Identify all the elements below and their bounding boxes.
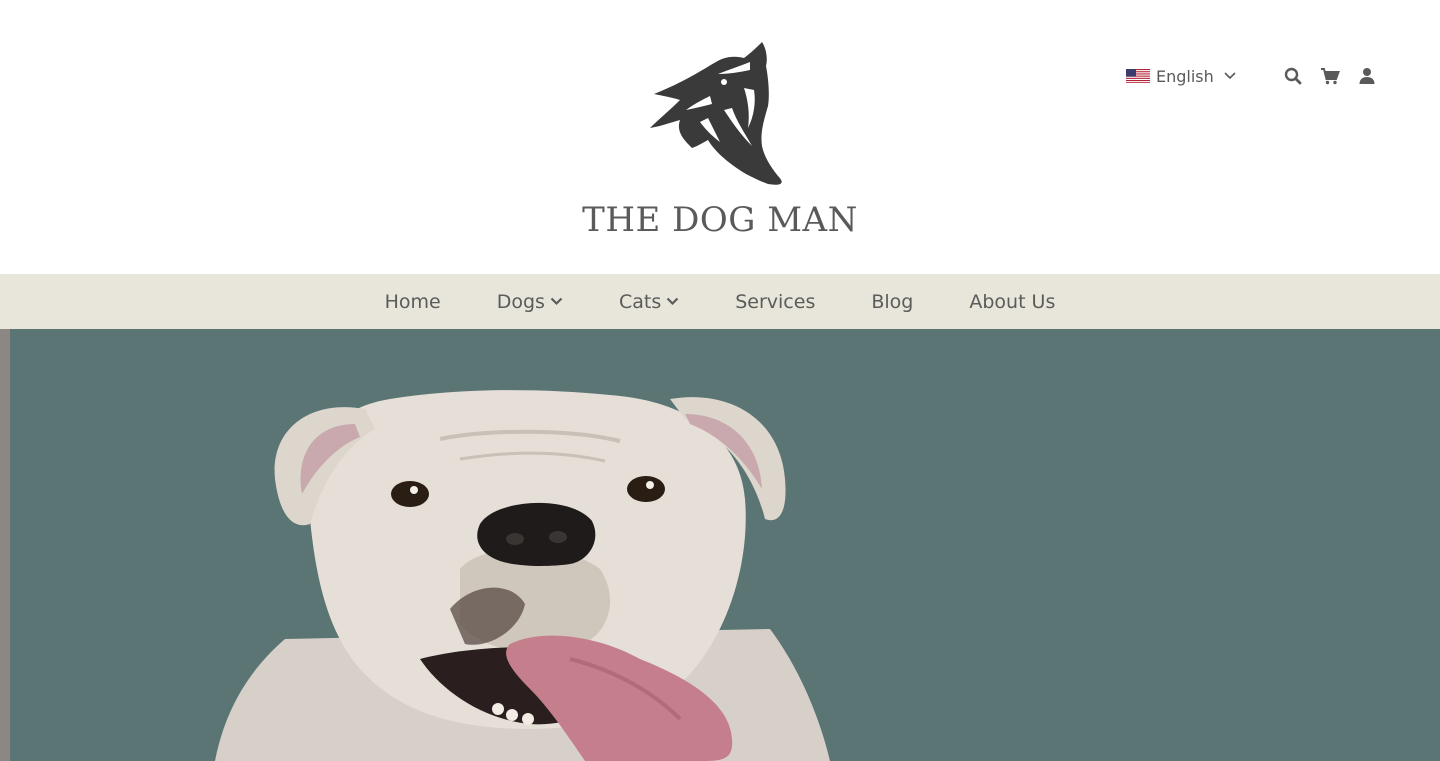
hero-banner — [0, 329, 1440, 761]
nav-item-services[interactable]: Services — [735, 291, 815, 313]
cart-button[interactable] — [1319, 65, 1341, 87]
nav-item-blog[interactable]: Blog — [871, 291, 913, 313]
user-icon — [1359, 68, 1375, 84]
chevron-down-icon — [550, 297, 563, 306]
nav-list: Home Dogs Cats Services Blog About Us — [0, 274, 1440, 329]
nav-item-label: About Us — [969, 290, 1056, 313]
nav-item-dogs[interactable]: Dogs — [497, 291, 563, 313]
us-flag-icon — [1126, 69, 1150, 83]
nav-item-label: Services — [735, 290, 816, 313]
main-navigation: Home Dogs Cats Services Blog About Us — [0, 274, 1440, 329]
nav-item-label: Dogs — [496, 290, 545, 313]
chevron-down-icon — [666, 297, 679, 306]
nav-item-label: Home — [384, 290, 441, 313]
search-icon — [1284, 67, 1302, 85]
nav-item-home[interactable]: Home — [385, 291, 441, 313]
language-selector[interactable]: English — [1126, 62, 1236, 90]
bulldog-hero-image — [215, 390, 830, 761]
nav-item-about-us[interactable]: About Us — [969, 291, 1055, 313]
cart-icon — [1321, 68, 1340, 85]
search-button[interactable] — [1282, 65, 1304, 87]
nav-item-cats[interactable]: Cats — [619, 291, 679, 313]
site-header: THE DOG MAN English — [0, 0, 1440, 274]
language-label: English — [1156, 66, 1214, 86]
brand-name[interactable]: THE DOG MAN — [0, 200, 1440, 240]
hero-edge-strip — [0, 329, 10, 761]
nav-item-label: Blog — [871, 290, 914, 313]
account-button[interactable] — [1356, 65, 1378, 87]
nav-item-label: Cats — [618, 290, 662, 313]
howling-wolf-logo-icon[interactable] — [640, 36, 790, 188]
chevron-down-icon — [1224, 72, 1236, 80]
